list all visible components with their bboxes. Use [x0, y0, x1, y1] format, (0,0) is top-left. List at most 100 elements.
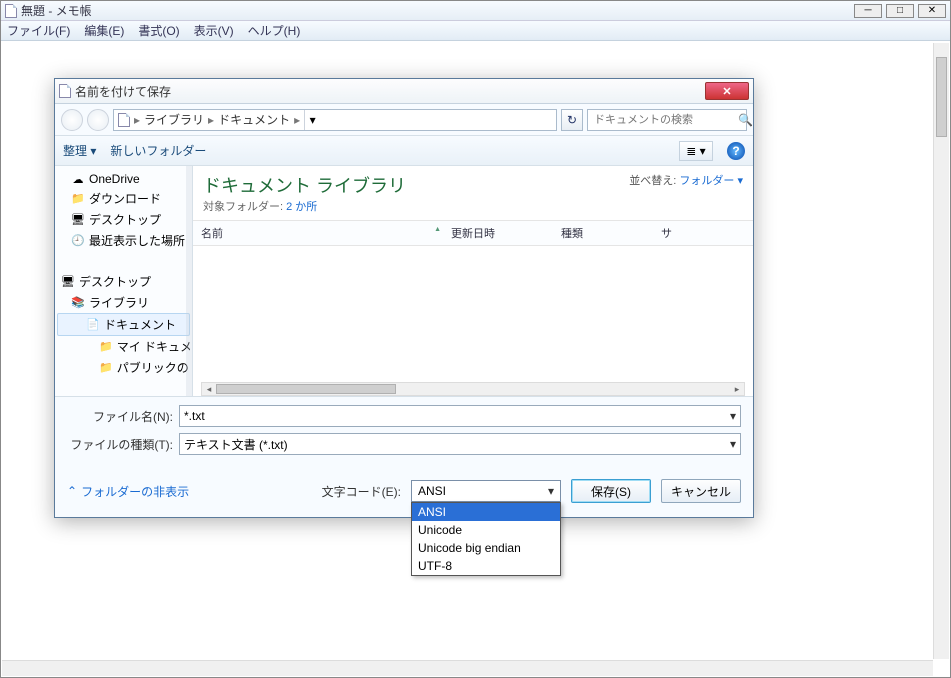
sidebar-label: 最近表示した場所	[89, 232, 185, 249]
sidebar-item-public[interactable]: 📁 パブリックの	[57, 357, 190, 378]
sidebar-item-desktop-fav[interactable]: 🖥 デスクトップ	[57, 209, 190, 230]
col-size[interactable]: サ	[661, 225, 745, 241]
dialog-icon	[59, 84, 71, 98]
encoding-option[interactable]: Unicode	[412, 521, 560, 539]
library-subtitle: 対象フォルダー: 2 か所	[203, 198, 629, 214]
filetype-select[interactable]: テキスト文書 (*.txt)	[179, 433, 741, 455]
maximize-button[interactable]: □	[886, 4, 914, 18]
main-pane: ドキュメント ライブラリ 対象フォルダー: 2 か所 並べ替え: フォルダー ▾…	[193, 166, 753, 396]
library-title: ドキュメント ライブラリ	[203, 172, 629, 198]
filename-input[interactable]: *.txt	[179, 405, 741, 427]
menubar: ファイル(F) 編集(E) 書式(O) 表示(V) ヘルプ(H)	[1, 21, 950, 41]
sidebar-label: デスクトップ	[89, 211, 161, 228]
library-icon: 📚	[71, 296, 85, 310]
scroll-left-icon[interactable]: ◂	[202, 383, 216, 395]
notepad-window: 無題 - メモ帳 ─ □ ✕ ファイル(F) 編集(E) 書式(O) 表示(V)…	[0, 0, 951, 678]
sidebar-item-mydocs[interactable]: 📁 マイ ドキュメ	[57, 336, 190, 357]
folder-icon: 📁	[99, 361, 113, 375]
view-button[interactable]: ≣ ▾	[679, 141, 713, 161]
sidebar-label: パブリックの	[117, 359, 189, 376]
dialog-body: ☁OneDrive 📁ダウンロード 🖥デスクトップ 🕘最近表示した場所 🖥デスク…	[55, 166, 753, 396]
folder-icon: 📁	[99, 340, 113, 354]
encoding-select[interactable]: ANSI	[411, 480, 561, 502]
cloud-icon: ☁	[71, 172, 85, 186]
file-list-hscroll[interactable]: ◂ ▸	[201, 382, 745, 396]
sidebar-label: マイ ドキュメ	[117, 338, 190, 355]
address-drop-icon[interactable]: ▾	[304, 110, 320, 130]
encoding-dropdown[interactable]: ANSIUnicodeUnicode big endianUTF-8	[411, 502, 561, 576]
sidebar-item-libraries[interactable]: 📚 ライブラリ	[57, 292, 190, 313]
search-box[interactable]: 🔍	[587, 109, 747, 131]
forward-button[interactable]	[87, 109, 109, 131]
menu-file[interactable]: ファイル(F)	[7, 22, 70, 39]
encoding-label: 文字コード(E):	[322, 483, 401, 500]
search-input[interactable]	[592, 113, 738, 127]
modal-overlay: 名前を付けて保存 ✕ ▸ ライブラリ ▸ ドキュメント ▸ ▾ ↻	[1, 41, 950, 677]
encoding-option[interactable]: UTF-8	[412, 557, 560, 575]
dialog-close-button[interactable]: ✕	[705, 82, 749, 100]
sidebar-item-recent[interactable]: 🕘 最近表示した場所	[57, 230, 190, 251]
app-title: 無題 - メモ帳	[21, 2, 92, 19]
save-as-dialog: 名前を付けて保存 ✕ ▸ ライブラリ ▸ ドキュメント ▸ ▾ ↻	[54, 78, 754, 518]
cancel-button[interactable]: キャンセル	[661, 479, 741, 503]
organize-button[interactable]: 整理 ▾	[63, 142, 96, 159]
menu-help[interactable]: ヘルプ(H)	[248, 22, 301, 39]
scroll-right-icon[interactable]: ▸	[730, 383, 744, 395]
address-bar[interactable]: ▸ ライブラリ ▸ ドキュメント ▸ ▾	[113, 109, 557, 131]
form-area: ファイル名(N): *.txt ファイルの種類(T): テキスト文書 (*.tx…	[55, 396, 753, 469]
folder-icon: 📁	[71, 192, 85, 206]
sidebar-item-onedrive[interactable]: ☁ OneDrive	[57, 170, 190, 188]
encoding-option[interactable]: Unicode big endian	[412, 539, 560, 557]
crumb-sep-1: ▸	[208, 113, 214, 127]
filetype-label: ファイルの種類(T):	[67, 436, 173, 453]
nav-row: ▸ ライブラリ ▸ ドキュメント ▸ ▾ ↻ 🔍	[55, 104, 753, 136]
back-button[interactable]	[61, 109, 83, 131]
folder-icon	[118, 113, 130, 127]
col-type[interactable]: 種類	[561, 225, 661, 241]
document-icon: 📄	[86, 318, 100, 332]
col-date[interactable]: 更新日時	[451, 225, 561, 241]
file-list[interactable]: ◂ ▸	[193, 246, 753, 396]
encoding-option[interactable]: ANSI	[412, 503, 560, 521]
sidebar-label: OneDrive	[89, 172, 140, 186]
toolbar: 整理 ▾ 新しいフォルダー ≣ ▾ ?	[55, 136, 753, 166]
app-titlebar[interactable]: 無題 - メモ帳 ─ □ ✕	[1, 1, 950, 21]
chevron-up-icon: ⌃	[67, 484, 77, 498]
sidebar-label: デスクトップ	[79, 273, 151, 290]
close-button[interactable]: ✕	[918, 4, 946, 18]
crumb-sep-2: ▸	[294, 113, 300, 127]
col-name[interactable]: 名前	[201, 225, 451, 241]
recent-icon: 🕘	[71, 234, 85, 248]
minimize-button[interactable]: ─	[854, 4, 882, 18]
sidebar-label: ドキュメント	[104, 316, 176, 333]
hscroll-thumb[interactable]	[216, 384, 396, 394]
crumb-documents[interactable]: ドキュメント	[218, 111, 290, 128]
crumb-sep-0: ▸	[134, 113, 140, 127]
search-icon[interactable]: 🔍	[738, 113, 753, 127]
refresh-button[interactable]: ↻	[561, 109, 583, 131]
menu-format[interactable]: 書式(O)	[138, 22, 179, 39]
save-button[interactable]: 保存(S)	[571, 479, 651, 503]
sidebar-item-documents[interactable]: 📄 ドキュメント	[57, 313, 190, 336]
arrange-by-link[interactable]: フォルダー ▾	[679, 175, 743, 187]
footer: ⌃ フォルダーの非表示 文字コード(E): ANSI 保存(S) キャンセル	[55, 469, 753, 517]
sidebar-item-desktop[interactable]: 🖥デスクトップ	[57, 271, 190, 292]
library-locations-link[interactable]: 2 か所	[286, 201, 317, 213]
library-header: ドキュメント ライブラリ 対象フォルダー: 2 か所 並べ替え: フォルダー ▾	[193, 166, 753, 220]
sidebar: ☁OneDrive 📁ダウンロード 🖥デスクトップ 🕘最近表示した場所 🖥デスク…	[55, 166, 193, 396]
menu-edit[interactable]: 編集(E)	[84, 22, 124, 39]
dialog-titlebar[interactable]: 名前を付けて保存 ✕	[55, 79, 753, 104]
help-button[interactable]: ?	[727, 142, 745, 160]
arrange-by: 並べ替え: フォルダー ▾	[629, 172, 743, 188]
dialog-title: 名前を付けて保存	[75, 83, 171, 100]
new-folder-button[interactable]: 新しいフォルダー	[110, 142, 206, 159]
sidebar-label: ダウンロード	[89, 190, 161, 207]
sidebar-label: ライブラリ	[89, 294, 149, 311]
folder-toggle[interactable]: ⌃ フォルダーの非表示	[67, 483, 189, 500]
desktop-icon: 🖥	[71, 213, 85, 227]
filename-label: ファイル名(N):	[67, 408, 173, 425]
sidebar-item-downloads[interactable]: 📁 ダウンロード	[57, 188, 190, 209]
menu-view[interactable]: 表示(V)	[194, 22, 234, 39]
app-icon	[5, 4, 17, 18]
crumb-libraries[interactable]: ライブラリ	[144, 111, 204, 128]
